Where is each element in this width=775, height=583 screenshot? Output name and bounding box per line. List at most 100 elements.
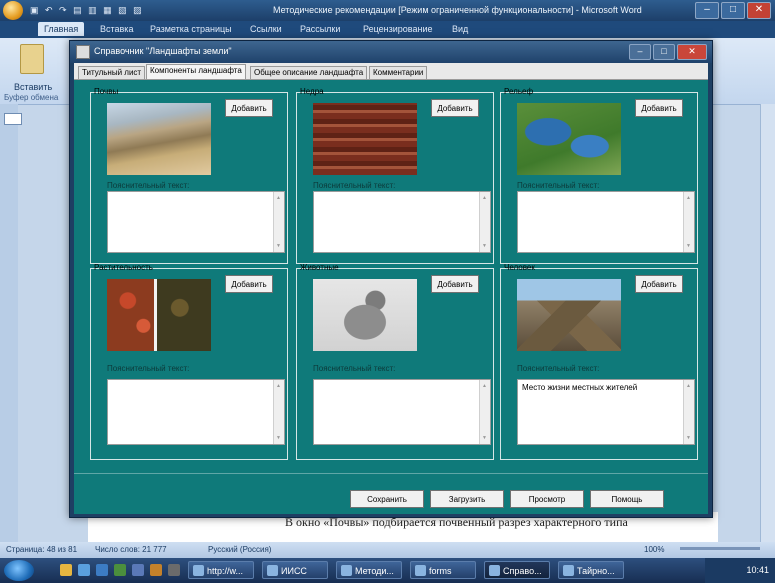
tab-comments[interactable]: Комментарии: [369, 66, 428, 79]
taskbar-item[interactable]: Справо...: [484, 561, 550, 579]
panel-animals: Животные Добавить Пояснительный текст:: [296, 263, 494, 460]
help-button[interactable]: Помощь: [590, 490, 664, 508]
tab-landscape-components[interactable]: Компоненты ландшафта: [146, 64, 246, 79]
explanation-textarea[interactable]: [107, 379, 285, 445]
taskbar-item[interactable]: ИИСС: [262, 561, 328, 579]
word-window-title: Методические рекомендации [Режим огранич…: [273, 5, 642, 15]
panel-vegetation: Растительность Добавить Пояснительный те…: [90, 263, 288, 460]
panel-label: Недра: [300, 87, 324, 96]
reference-dialog: Справочник "Ландшафты земли" – □ ✕ Титул…: [69, 40, 713, 518]
textarea-scrollbar[interactable]: [683, 380, 694, 444]
page-count[interactable]: Страница: 48 из 81: [6, 545, 77, 554]
add-button[interactable]: Добавить: [225, 99, 273, 117]
textarea-scrollbar[interactable]: [479, 192, 490, 252]
add-button[interactable]: Добавить: [225, 275, 273, 293]
dialog-tabs: Титульный лист Компоненты ландшафта Обще…: [74, 63, 708, 80]
tab-view[interactable]: Вид: [452, 24, 468, 34]
dialog-title-bar[interactable]: Справочник "Ландшафты земли" – □ ✕: [70, 41, 712, 63]
tab-page-layout[interactable]: Разметка страницы: [150, 24, 232, 34]
paste-button[interactable]: Вставить: [14, 82, 52, 92]
taskbar-item[interactable]: forms: [410, 561, 476, 579]
zoom-level[interactable]: 100%: [644, 545, 664, 554]
language-indicator[interactable]: Русский (Россия): [208, 545, 271, 554]
animals-image: [313, 279, 417, 351]
start-button[interactable]: [4, 560, 34, 581]
caption-label: Пояснительный текст:: [313, 181, 396, 190]
maximize-button[interactable]: □: [721, 2, 745, 19]
add-button[interactable]: Добавить: [635, 99, 683, 117]
tab-review[interactable]: Рецензирование: [363, 24, 433, 34]
word-count[interactable]: Число слов: 21 777: [95, 545, 167, 554]
dialog-footer: Сохранить Загрузить Просмотр Помощь: [74, 473, 708, 514]
dialog-maximize-button[interactable]: □: [653, 44, 675, 60]
panel-human: Человек Добавить Пояснительный текст: Ме…: [500, 263, 698, 460]
textarea-scrollbar[interactable]: [683, 192, 694, 252]
textarea-scrollbar[interactable]: [273, 380, 284, 444]
dialog-title: Справочник "Ландшафты земли": [94, 46, 232, 56]
word-title-bar: ▣ ↶ ↷ ▤ ▥ ▦ ▧ ▨ Методические рекомендаци…: [0, 0, 775, 21]
panel-label: Животные: [300, 263, 339, 272]
subsoil-image: [313, 103, 417, 175]
load-button[interactable]: Загрузить: [430, 490, 504, 508]
preview-button[interactable]: Просмотр: [510, 490, 584, 508]
explanation-textarea[interactable]: [313, 191, 491, 253]
clipboard-group-label: Буфер обмена: [4, 93, 59, 102]
vertical-scrollbar[interactable]: [760, 104, 775, 542]
dialog-body: Титульный лист Компоненты ландшафта Обще…: [74, 63, 708, 514]
panel-label: Растительность: [94, 263, 153, 272]
taskbar-item[interactable]: http://w...: [188, 561, 254, 579]
tab-home[interactable]: Главная: [38, 22, 85, 36]
explanation-textarea[interactable]: [313, 379, 491, 445]
app-icon: [76, 45, 90, 59]
tab-title-page[interactable]: Титульный лист: [78, 66, 146, 79]
add-button[interactable]: Добавить: [431, 99, 479, 117]
panel-label: Почвы: [94, 87, 119, 96]
tab-landscape-description[interactable]: Общее описание ландшафта: [250, 66, 368, 79]
close-button[interactable]: ✕: [747, 2, 771, 19]
clipboard-icon[interactable]: [20, 44, 44, 74]
status-bar: Страница: 48 из 81 Число слов: 21 777 Ру…: [0, 542, 775, 558]
soil-image: [107, 103, 211, 175]
explanation-textarea[interactable]: [517, 191, 695, 253]
save-button[interactable]: Сохранить: [350, 490, 424, 508]
app-icon-4[interactable]: [168, 564, 180, 576]
taskbar-item[interactable]: Тайрно...: [558, 561, 624, 579]
explanation-textarea[interactable]: Место жизни местных жителей: [517, 379, 695, 445]
clock[interactable]: 10:41: [746, 565, 769, 575]
tab-mailings[interactable]: Рассылки: [300, 24, 340, 34]
system-tray: 10:41: [705, 558, 775, 583]
quick-access-toolbar[interactable]: ▣ ↶ ↷ ▤ ▥ ▦ ▧ ▨: [30, 5, 144, 16]
caption-label: Пояснительный текст:: [107, 364, 190, 373]
app-icon-3[interactable]: [150, 564, 162, 576]
tab-selector[interactable]: [4, 113, 22, 125]
taskbar-item[interactable]: Методи...: [336, 561, 402, 579]
caption-label: Пояснительный текст:: [313, 364, 396, 373]
ie-icon[interactable]: [78, 564, 90, 576]
dialog-close-button[interactable]: ✕: [677, 44, 707, 60]
add-button[interactable]: Добавить: [635, 275, 683, 293]
textarea-scrollbar[interactable]: [479, 380, 490, 444]
desktop-icon[interactable]: [96, 564, 108, 576]
folder-icon[interactable]: [60, 564, 72, 576]
office-button[interactable]: [3, 1, 23, 20]
vertical-ruler: [0, 104, 22, 542]
panel-soils: Почвы Добавить Пояснительный текст:: [90, 87, 288, 264]
caption-label: Пояснительный текст:: [517, 181, 600, 190]
app-icon[interactable]: [114, 564, 126, 576]
tab-insert[interactable]: Вставка: [100, 24, 133, 34]
textarea-scrollbar[interactable]: [273, 192, 284, 252]
tab-references[interactable]: Ссылки: [250, 24, 282, 34]
vegetation-image: [107, 279, 211, 351]
app-icon-2[interactable]: [132, 564, 144, 576]
add-button[interactable]: Добавить: [431, 275, 479, 293]
dialog-minimize-button[interactable]: –: [629, 44, 651, 60]
caption-label: Пояснительный текст:: [517, 364, 600, 373]
minimize-button[interactable]: –: [695, 2, 719, 19]
panel-label: Рельеф: [504, 87, 534, 96]
zoom-slider[interactable]: [680, 547, 760, 550]
ribbon-tabs: Главная Вставка Разметка страницы Ссылки…: [0, 21, 775, 38]
relief-image: [517, 103, 621, 175]
human-image: [517, 279, 621, 351]
explanation-textarea[interactable]: [107, 191, 285, 253]
panel-subsoil: Недра Добавить Пояснительный текст:: [296, 87, 494, 264]
